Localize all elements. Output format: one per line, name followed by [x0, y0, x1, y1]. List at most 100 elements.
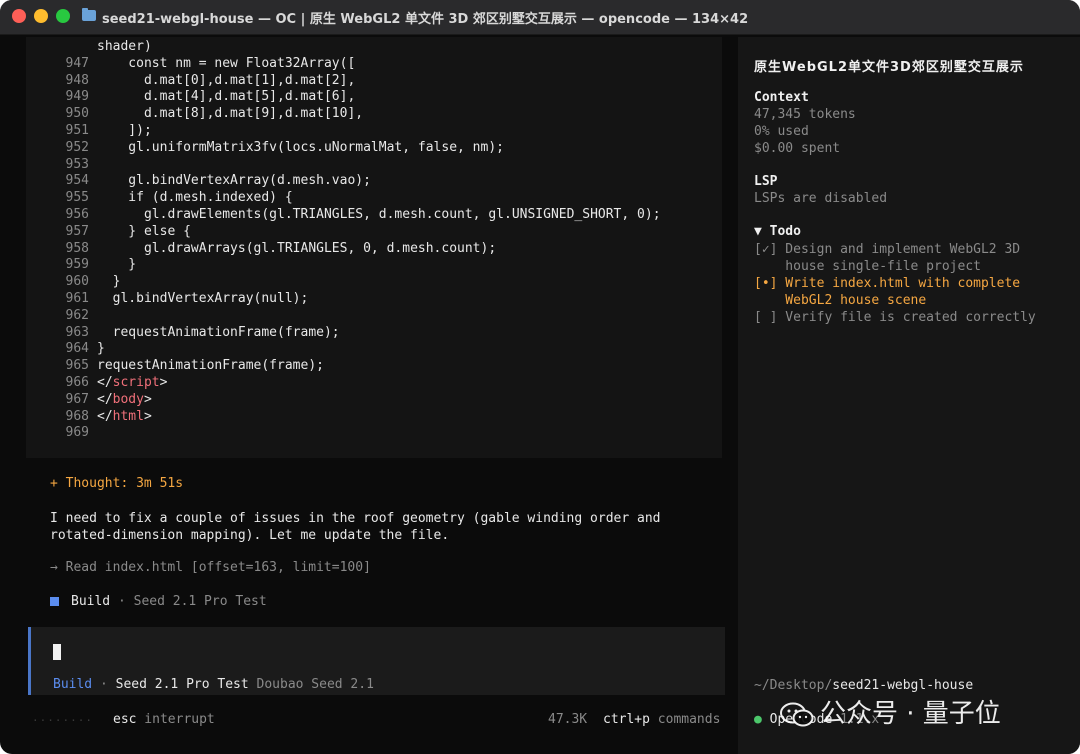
line-number: 957 — [65, 223, 89, 239]
close-window-button[interactable] — [12, 9, 26, 23]
todo-item-done-line-2: house single-file project — [754, 259, 981, 274]
tag-name: body — [112, 391, 144, 407]
todo-item-active-line-1: [•] Write index.html with complete — [754, 276, 1021, 291]
code-text: if (d.mesh.indexed) { — [97, 190, 293, 206]
line-number: 962 — [65, 307, 89, 323]
progress-dots: ········ — [32, 714, 93, 727]
code-line: 960 } — [32, 273, 121, 290]
watermark-text: 公众号 · 量子位 — [820, 699, 1001, 729]
ctrlp-key: ctrl+p — [603, 712, 650, 727]
line-number: 963 — [65, 324, 89, 340]
code-line: 948 d.mat[0],d.mat[1],d.mat[2], — [32, 72, 356, 89]
build-model: · Seed 2.1 Pro Test — [110, 594, 267, 609]
folder-icon — [82, 8, 96, 21]
code-line: 969 — [32, 424, 97, 441]
line-number: 966 — [65, 375, 89, 390]
context-spent: $0.00 spent — [754, 141, 841, 156]
code-line: shader) — [32, 38, 152, 55]
line-number: 960 — [65, 274, 89, 290]
wechat-icon — [780, 702, 814, 726]
code-line: 965 requestAnimationFrame(frame); — [32, 357, 324, 374]
todo-item-pending: [ ] Verify file is created correctly — [754, 310, 1036, 325]
path-dir: seed21-webgl-house — [832, 678, 974, 693]
lsp-status: LSPs are disabled — [754, 191, 888, 206]
status-dot-icon: ● — [754, 712, 770, 727]
tag-open: </ — [97, 391, 113, 407]
build-label: Build — [71, 594, 111, 609]
code-line: 962 — [32, 307, 97, 324]
code-text: } else { — [97, 223, 191, 239]
model-name[interactable]: Seed 2.1 Pro Test — [116, 677, 249, 692]
tag-close: > — [143, 391, 152, 407]
code-line: 964} — [32, 340, 105, 357]
code-text: requestAnimationFrame(frame); — [97, 358, 324, 374]
line-number: 968 — [65, 408, 89, 424]
line-number: 950 — [65, 106, 89, 122]
line-number: 953 — [65, 156, 89, 172]
assistant-message-line-1: I need to fix a couple of issues in the … — [50, 511, 661, 526]
context-used: 0% used — [754, 124, 809, 139]
code-line: 952 gl.uniformMatrix3fv(locs.uNormalMat,… — [32, 139, 504, 156]
code-line: 961 gl.bindVertexArray(null); — [32, 290, 309, 307]
tag-open: </ — [97, 375, 113, 390]
working-directory: ~/Desktop/seed21-webgl-house — [754, 678, 973, 693]
code-text: gl.bindVertexArray(d.mesh.vao); — [97, 173, 371, 189]
line-number: 959 — [65, 257, 89, 273]
line-number: 954 — [65, 173, 89, 189]
separator: · — [92, 677, 116, 692]
code-text: d.mat[4],d.mat[5],d.mat[6], — [97, 89, 356, 105]
minimize-window-button[interactable] — [34, 9, 48, 23]
status-bar: ········ esc interrupt 47.3K ctrl+p comm… — [0, 704, 740, 734]
line-number: 969 — [65, 425, 89, 441]
code-line: 951 ]); — [32, 122, 152, 139]
line-number: 965 — [65, 358, 89, 374]
code-line: 956 gl.drawElements(gl.TRIANGLES, d.mesh… — [32, 206, 661, 223]
window-title: seed21-webgl-house — OC | 原生 WebGL2 单文件 … — [102, 12, 749, 27]
tag-name: html — [112, 408, 144, 424]
code-text: } — [97, 274, 121, 290]
prompt-input[interactable]: Build · Seed 2.1 Pro Test Doubao Seed 2.… — [28, 627, 725, 695]
title-bar: seed21-webgl-house — OC | 原生 WebGL2 单文件 … — [0, 0, 1080, 35]
read-tool-call: → Read index.html [offset=163, limit=100… — [50, 560, 371, 575]
zoom-window-button[interactable] — [56, 9, 70, 23]
line-number: 961 — [65, 291, 89, 306]
prompt-footer: Build · Seed 2.1 Pro Test Doubao Seed 2.… — [53, 677, 374, 692]
code-line: 958 gl.drawArrays(gl.TRIANGLES, 0, d.mes… — [32, 240, 497, 257]
thought-indicator[interactable]: + Thought: 3m 51s — [50, 476, 183, 491]
code-line: 968 </html> — [32, 408, 152, 425]
code-text: } — [97, 257, 137, 273]
token-count: 47.3K — [548, 712, 588, 727]
todo-item-active-line-2: WebGL2 house scene — [754, 293, 927, 308]
code-line: 950 d.mat[8],d.mat[9],d.mat[10], — [32, 105, 364, 122]
assistant-message-line-2: rotated-dimension mapping). Let me updat… — [50, 528, 450, 543]
code-line: 957 } else { — [32, 223, 191, 240]
line-number: 967 — [65, 391, 89, 407]
esc-key: esc — [113, 712, 137, 727]
code-line: 955 if (d.mesh.indexed) { — [32, 189, 293, 206]
esc-action: interrupt — [136, 712, 215, 727]
code-line: 966 </script> — [32, 374, 168, 391]
code-text: d.mat[8],d.mat[9],d.mat[10], — [97, 106, 364, 122]
tag-open: </ — [97, 408, 113, 424]
code-text: ]); — [97, 123, 152, 138]
path-prefix: ~/Desktop/ — [754, 678, 833, 693]
code-line: 954 gl.bindVertexArray(d.mesh.vao); — [32, 172, 371, 189]
code-text: requestAnimationFrame(frame); — [97, 324, 340, 340]
code-text: } — [97, 341, 105, 357]
mode-label[interactable]: Build — [53, 677, 92, 692]
line-number: 955 — [65, 190, 89, 206]
interrupt-hint[interactable]: esc interrupt — [113, 712, 215, 727]
code-text: d.mat[0],d.mat[1],d.mat[2], — [97, 72, 356, 88]
commands-hint[interactable]: ctrl+p commands — [603, 712, 720, 727]
code-line: 947 const nm = new Float32Array([ — [32, 55, 356, 72]
todo-item-done-line-1: [✓] Design and implement WebGL2 3D — [754, 242, 1021, 257]
tag-name: script — [112, 375, 160, 390]
todo-heading[interactable]: ▼ Todo — [754, 224, 801, 239]
code-line: 949 d.mat[4],d.mat[5],d.mat[6], — [32, 88, 356, 105]
code-text: gl.drawArrays(gl.TRIANGLES, 0, d.mesh.co… — [97, 240, 497, 256]
code-text: </body> — [89, 392, 152, 407]
line-number: 952 — [65, 139, 89, 155]
